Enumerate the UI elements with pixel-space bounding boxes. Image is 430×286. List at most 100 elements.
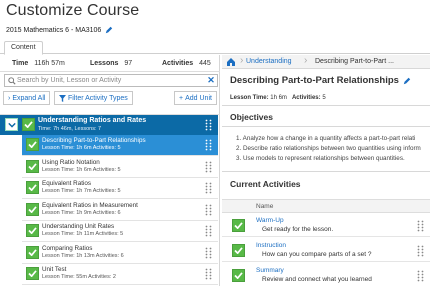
- lesson-check-icon[interactable]: [26, 267, 39, 280]
- collapse-chevron-icon[interactable]: [5, 118, 18, 131]
- lesson-check-icon[interactable]: [26, 159, 39, 173]
- objective-item: 3. Use models to represent relationships…: [236, 155, 405, 162]
- expand-arrow-icon: ›: [8, 94, 11, 102]
- activity-name-link[interactable]: Summary: [256, 267, 284, 274]
- unit-check-icon[interactable]: [22, 118, 35, 131]
- breadcrumb-separator-icon: ›: [304, 55, 308, 66]
- lesson-detail-panel: › Understanding › Describing Part-to-Par…: [222, 55, 430, 286]
- lesson-row[interactable]: Understanding Unit Rates Lesson Time: 1h …: [22, 221, 218, 242]
- drag-handle-icon[interactable]: [417, 245, 424, 257]
- unit-subtitle: Time: 7h 46m, Lessons: 7: [38, 126, 102, 132]
- lesson-row[interactable]: Equivalent Ratios in Measurement Lesson T…: [22, 199, 218, 221]
- tab-content[interactable]: Content: [4, 41, 43, 55]
- drag-handle-icon[interactable]: [205, 139, 212, 151]
- objective-item: 2. Describe ratio relationships between …: [236, 145, 421, 152]
- activity-row[interactable]: Warm-Up Get ready for the lesson.: [222, 214, 430, 237]
- filter-activity-types-button[interactable]: Filter Activity Types: [54, 91, 133, 105]
- drag-handle-icon[interactable]: [205, 119, 212, 131]
- activities-label: Activities: [162, 60, 194, 67]
- lesson-check-icon[interactable]: [26, 181, 39, 194]
- lesson-title: Comparing Ratios: [42, 244, 93, 252]
- search-input[interactable]: Search by Unit, Lesson or Activity ✕: [4, 74, 218, 87]
- lesson-title: Describing Part-to-Part Relationships: [230, 75, 399, 86]
- activities-table-header: Name: [222, 199, 430, 213]
- activity-check-icon[interactable]: [232, 244, 245, 257]
- drag-handle-icon[interactable]: [417, 270, 424, 282]
- unit-list: Understanding Ratios and Rates Time: 7h …: [0, 114, 220, 286]
- drag-handle-icon[interactable]: [417, 220, 424, 232]
- divider: [222, 171, 430, 172]
- unit-row[interactable]: Understanding Ratios and Rates Time: 7h …: [0, 115, 218, 135]
- activity-check-icon[interactable]: [232, 269, 245, 282]
- lesson-meta: Lesson Time: 1h 6m Activities: 5: [42, 145, 121, 151]
- home-icon[interactable]: [226, 57, 236, 67]
- divider: [222, 126, 430, 127]
- lesson-meta: Lesson Time: 1h 6m Activities: 5: [42, 166, 121, 173]
- breadcrumb: › Understanding › Describing Part-to-Par…: [222, 55, 430, 69]
- lesson-title-row: Describing Part-to-Part Relationships: [230, 75, 411, 86]
- lesson-meta: Lesson Time: 1h 11m Activities: 5: [42, 231, 124, 237]
- page-title: Customize Course: [6, 2, 140, 19]
- current-activities-heading: Current Activities: [230, 179, 301, 189]
- unit-title: Understanding Ratios and Rates: [38, 117, 147, 124]
- plus-icon: +: [179, 94, 184, 102]
- activity-row[interactable]: Instruction How can you compare parts of …: [222, 239, 430, 262]
- add-unit-button[interactable]: + Add Unit: [174, 91, 217, 105]
- lesson-row[interactable]: Unit Test Lesson Time: 55m Activities: 2: [22, 264, 218, 285]
- lesson-title: Equivalent Ratios in Measurement: [42, 201, 138, 209]
- clear-search-icon[interactable]: ✕: [205, 75, 217, 86]
- lesson-row[interactable]: Describing Part-to-Part Relationships Les…: [22, 135, 218, 156]
- lesson-meta: Lesson Time: 1h 9m Activities: 6: [42, 209, 121, 216]
- name-column-header[interactable]: Name: [256, 203, 273, 210]
- divider: [222, 105, 430, 106]
- course-stats: Time 116h 57m Lessons 97 Activities 445: [0, 55, 220, 72]
- lesson-row[interactable]: Using Ratio Notation Lesson Time: 1h 6m A…: [22, 156, 218, 178]
- activities-value: 445: [199, 60, 211, 67]
- breadcrumb-separator-icon: ›: [240, 55, 244, 66]
- drag-handle-icon[interactable]: [205, 204, 212, 216]
- filter-icon: [59, 94, 66, 102]
- search-icon: [8, 77, 16, 85]
- time-label: Time: [12, 60, 29, 67]
- objectives-heading: Objectives: [230, 112, 273, 122]
- breadcrumb-current-lesson: Describing Part-to-Part ...: [315, 58, 394, 65]
- objective-item: 1. Analyze how a change in a quantity af…: [236, 135, 416, 142]
- search-placeholder: Search by Unit, Lesson or Activity: [17, 77, 122, 84]
- lesson-meta: Lesson Time: 55m Activities: 2: [42, 274, 116, 280]
- drag-handle-icon[interactable]: [205, 225, 212, 237]
- lesson-check-icon[interactable]: [26, 224, 39, 237]
- course-name: 2015 Mathematics 6 - MA3106: [6, 26, 102, 34]
- activity-check-icon[interactable]: [232, 219, 245, 232]
- course-outline-panel: Time 116h 57m Lessons 97 Activities 445 Sea…: [0, 55, 220, 286]
- lesson-row[interactable]: Equivalent Ratios Lesson Time: 1h 7m Acti…: [22, 178, 218, 199]
- lesson-title: Describing Part-to-Part Relationships: [42, 137, 146, 144]
- drag-handle-icon[interactable]: [205, 247, 212, 259]
- lesson-check-icon[interactable]: [26, 202, 39, 216]
- activity-description: How can you compare parts of a set ?: [262, 251, 372, 258]
- lessons-label: Lessons: [90, 60, 119, 67]
- lessons-value: 97: [124, 60, 133, 67]
- lesson-check-icon[interactable]: [26, 245, 39, 259]
- lesson-title: Understanding Unit Rates: [42, 223, 115, 230]
- lesson-title: Unit Test: [42, 266, 67, 273]
- lesson-check-icon[interactable]: [26, 138, 39, 151]
- lesson-title: Equivalent Ratios: [42, 180, 92, 187]
- tab-strip: Content: [0, 41, 430, 55]
- activity-description: Review and connect what you learned: [262, 276, 372, 283]
- lesson-meta: Lesson Time: 1h 13m Activities: 6: [42, 252, 124, 259]
- drag-handle-icon[interactable]: [205, 268, 212, 280]
- activity-description: Get ready for the lesson.: [262, 226, 334, 233]
- time-value: 116h 57m: [34, 60, 65, 67]
- edit-pencil-icon[interactable]: [403, 77, 411, 85]
- lesson-title: Using Ratio Notation: [42, 158, 100, 166]
- lesson-meta: Lesson Time: 1h 7m Activities: 5: [42, 188, 121, 194]
- lesson-row[interactable]: Comparing Ratios Lesson Time: 1h 13m Acti…: [22, 242, 218, 264]
- edit-pencil-icon[interactable]: [105, 26, 113, 34]
- breadcrumb-unit-link[interactable]: Understanding: [246, 58, 292, 65]
- drag-handle-icon[interactable]: [205, 161, 212, 173]
- drag-handle-icon[interactable]: [205, 182, 212, 194]
- activity-name-link[interactable]: Instruction: [256, 242, 286, 249]
- expand-all-button[interactable]: › Expand All: [3, 91, 51, 105]
- activity-name-link[interactable]: Warm-Up: [256, 217, 284, 224]
- activity-row[interactable]: Summary Review and connect what you learn…: [222, 264, 430, 286]
